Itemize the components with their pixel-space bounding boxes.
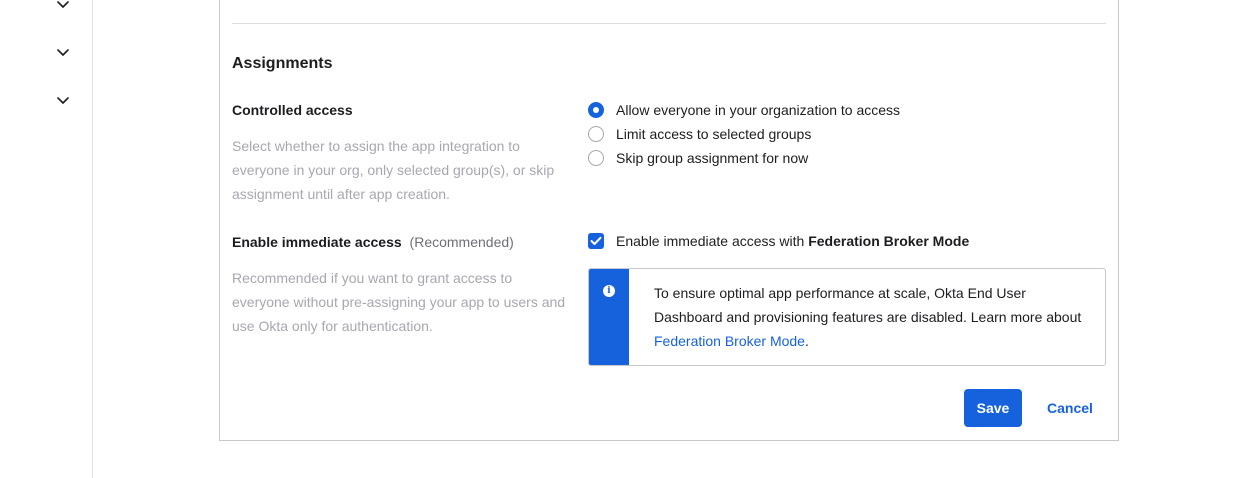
- radio-button-checked[interactable]: [588, 102, 604, 118]
- save-button[interactable]: Save: [964, 389, 1022, 427]
- immediate-access-label-text: Enable immediate access: [232, 234, 402, 250]
- radio-skip-assignment[interactable]: Skip group assignment for now: [588, 148, 808, 168]
- federation-broker-link[interactable]: Federation Broker Mode: [654, 333, 805, 349]
- callout-text: To ensure optimal app performance at sca…: [654, 285, 1082, 325]
- assignments-card: Assignments Controlled access Select whe…: [219, 0, 1119, 441]
- radio-allow-everyone[interactable]: Allow everyone in your organization to a…: [588, 100, 900, 120]
- checkmark-icon: [590, 236, 602, 245]
- federation-broker-checkbox[interactable]: [588, 233, 604, 249]
- recommended-tag: (Recommended): [409, 234, 514, 250]
- radio-limit-groups[interactable]: Limit access to selected groups: [588, 124, 811, 144]
- cancel-button[interactable]: Cancel: [1040, 389, 1100, 427]
- callout-accent-bar: i: [589, 269, 629, 365]
- info-icon: i: [603, 285, 615, 297]
- controlled-access-help: Select whether to assign the app integra…: [232, 138, 555, 202]
- section-title: Assignments: [232, 55, 333, 72]
- controlled-access-label: Controlled access: [232, 102, 353, 118]
- chevron-down-icon[interactable]: [56, 96, 70, 106]
- checkbox-label-bold: Federation Broker Mode: [808, 233, 970, 249]
- radio-label: Skip group assignment for now: [616, 150, 809, 166]
- callout-message: To ensure optimal app performance at sca…: [654, 281, 1084, 353]
- callout-text-end: .: [804, 333, 809, 349]
- radio-label: Allow everyone in your organization to a…: [616, 102, 901, 118]
- immediate-access-help: Recommended if you want to grant access …: [232, 270, 566, 334]
- federation-broker-checkbox-row[interactable]: Enable immediate access with Federation …: [588, 231, 969, 251]
- radio-label: Limit access to selected groups: [616, 126, 812, 142]
- info-callout: i To ensure optimal app performance at s…: [588, 268, 1106, 366]
- immediate-access-label: Enable immediate access (Recommended): [232, 234, 514, 250]
- section-divider: [232, 23, 1106, 24]
- radio-button[interactable]: [588, 126, 604, 142]
- chevron-down-icon[interactable]: [56, 48, 70, 58]
- left-nav-rail: [0, 0, 93, 478]
- chevron-down-icon[interactable]: [56, 0, 70, 10]
- checkbox-label-prefix: Enable immediate access with: [616, 233, 809, 249]
- radio-button[interactable]: [588, 150, 604, 166]
- checkbox-label: Enable immediate access with Federation …: [616, 233, 969, 249]
